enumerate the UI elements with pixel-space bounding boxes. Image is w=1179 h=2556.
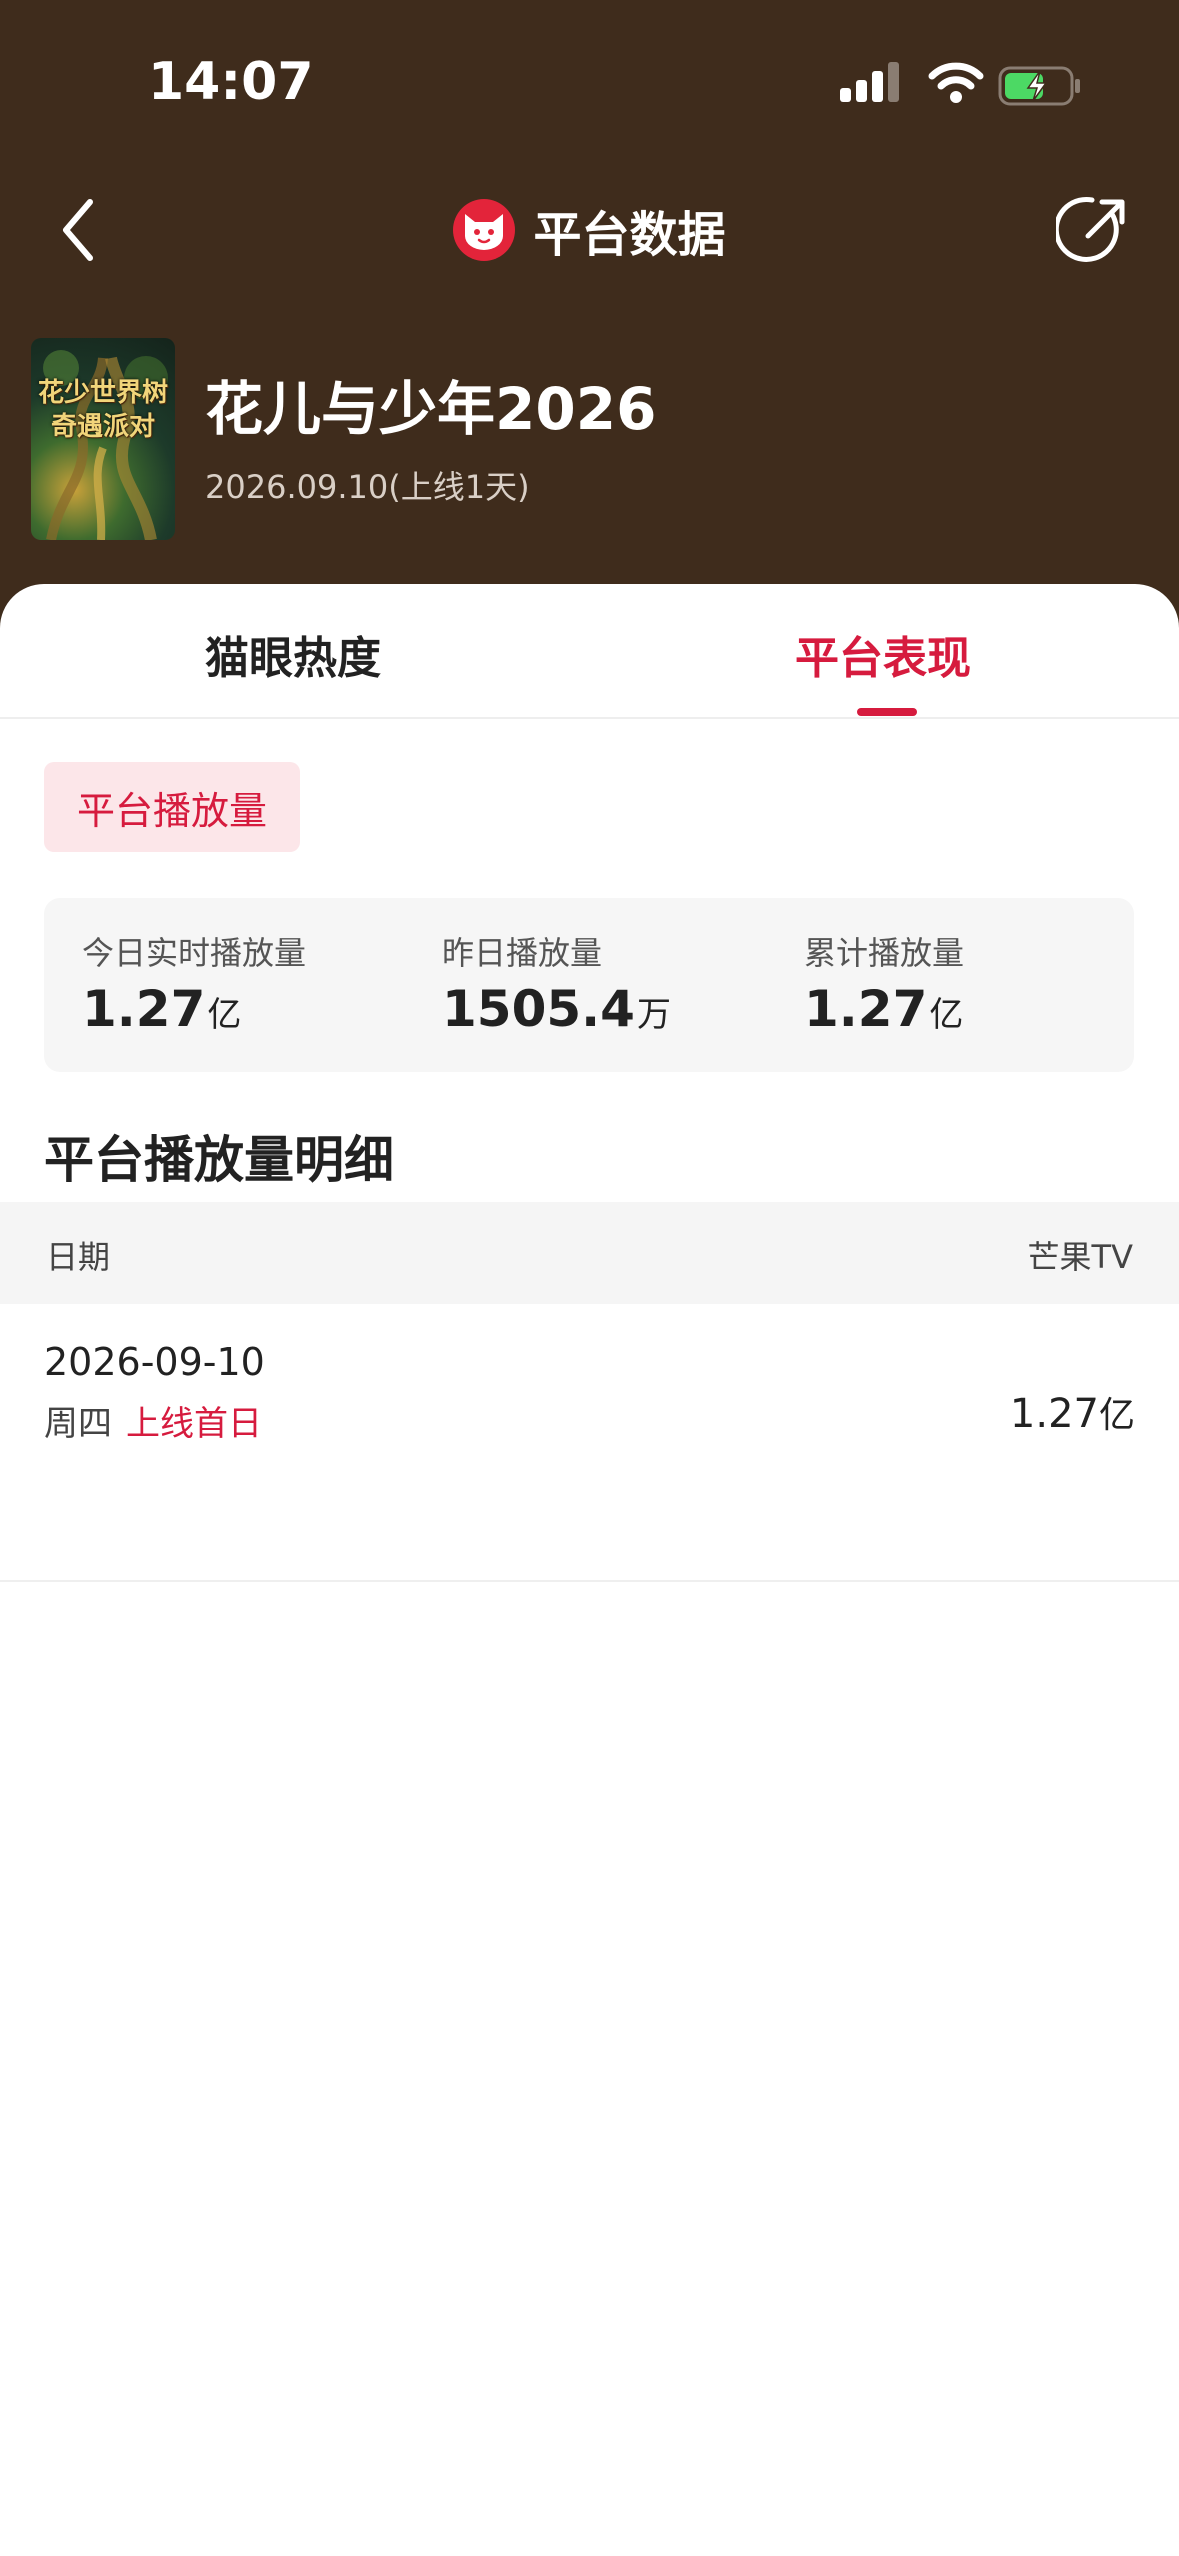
tabs-divider — [0, 717, 1179, 719]
column-header-date: 日期 — [46, 1238, 111, 1276]
show-title: 花儿与少年2026 — [205, 375, 657, 443]
stat-label: 累计播放量 — [804, 934, 965, 972]
wifi-icon — [928, 62, 984, 103]
table-header: 日期 芒果TV — [0, 1202, 1179, 1304]
tab-platform-performance[interactable]: 平台表现 — [795, 622, 971, 686]
share-icon[interactable] — [1056, 192, 1132, 268]
active-tab-indicator — [857, 708, 917, 716]
platform-views-chip[interactable]: 平台播放量 — [44, 762, 300, 852]
row-launch-tag: 上线首日 — [126, 1404, 262, 1444]
back-chevron-icon[interactable] — [54, 190, 110, 270]
row-value: 1.27亿 — [1009, 1391, 1135, 1437]
signal-icon — [840, 62, 899, 102]
tab-maoyan-heat[interactable]: 猫眼热度 — [205, 622, 381, 686]
header: 14:07 平台数据 花少世界树 奇遇派对 花儿与少年2026 2026.09.… — [0, 0, 1179, 640]
nav-title: 平台数据 — [533, 207, 726, 263]
poster-title: 花少世界树 奇遇派对 — [37, 378, 168, 442]
stat-value: 1505.4万 — [442, 980, 671, 1038]
detail-section-title: 平台播放量明细 — [44, 1131, 394, 1189]
show-poster[interactable]: 花少世界树 奇遇派对 — [31, 338, 175, 540]
nav-title-group: 平台数据 — [0, 190, 1179, 270]
stat-value: 1.27亿 — [804, 980, 964, 1038]
battery-charging-icon — [998, 66, 1080, 106]
content-card: 猫眼热度 平台表现 平台播放量 今日实时播放量 1.27亿 昨日播放量 1505… — [0, 584, 1179, 2556]
tab-bar: 猫眼热度 平台表现 — [0, 584, 1179, 719]
stat-label: 昨日播放量 — [442, 934, 603, 972]
status-time: 14:07 — [148, 52, 314, 112]
row-weekday: 周四 — [44, 1404, 112, 1444]
row-date: 2026-09-10 — [44, 1340, 265, 1384]
stat-value: 1.27亿 — [82, 980, 242, 1038]
column-header-platform: 芒果TV — [1027, 1238, 1133, 1276]
status-icons — [840, 62, 1090, 108]
row-subtitle: 周四 上线首日 — [44, 1396, 262, 1445]
maoyan-cat-logo-icon — [453, 199, 516, 261]
show-release-date: 2026.09.10(上线1天) — [205, 468, 530, 506]
stat-label: 今日实时播放量 — [82, 934, 307, 972]
stats-summary: 今日实时播放量 1.27亿 昨日播放量 1505.4万 累计播放量 1.27亿 — [44, 898, 1134, 1072]
table-row[interactable]: 2026-09-10 周四 上线首日 1.27亿 — [0, 1304, 1179, 1582]
